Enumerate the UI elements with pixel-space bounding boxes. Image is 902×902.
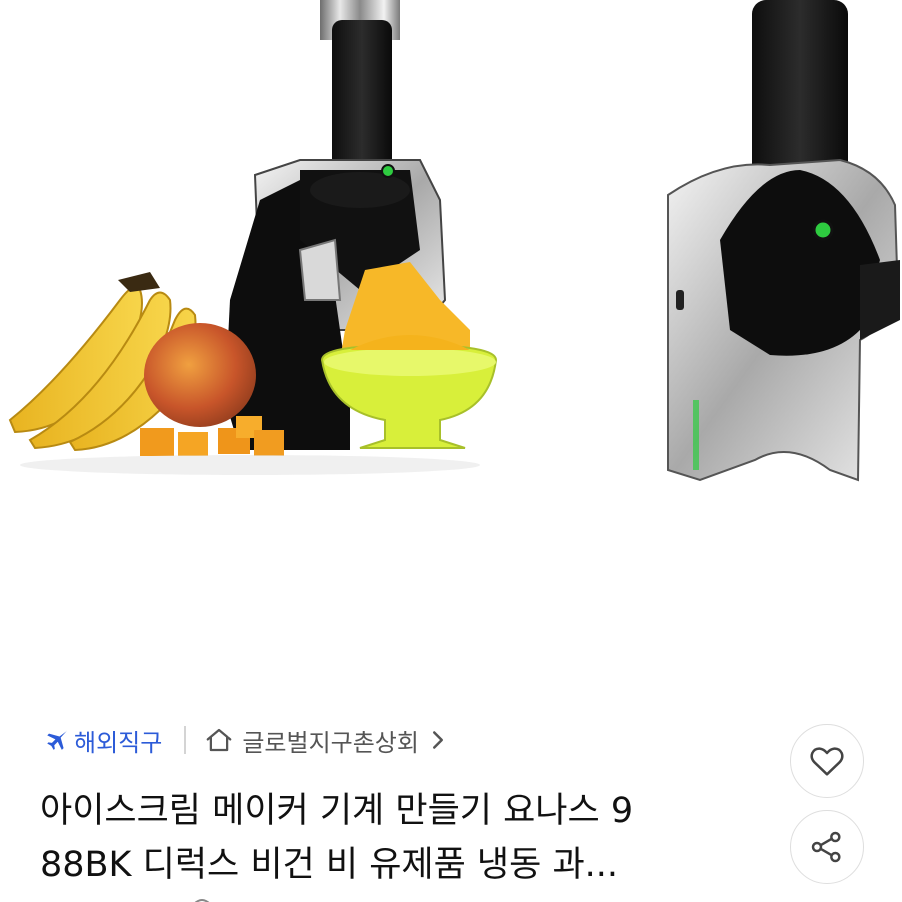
airplane-icon: [47, 730, 67, 750]
product-title-line-2: 88BK 디럭스 비건 비 유제품 냉동 과...: [40, 845, 619, 885]
like-button[interactable]: [790, 724, 864, 798]
overseas-badge[interactable]: 해외직구: [42, 723, 162, 758]
overseas-label: 해외직구: [74, 728, 163, 757]
share-button[interactable]: [790, 810, 864, 884]
product-title: 아이스크림 메이커 기계 만들기 요나스 9 88BK 디럭스 비건 비 유제품…: [40, 784, 780, 892]
heart-icon: [810, 747, 844, 776]
product-photo: [8, 0, 900, 482]
product-image[interactable]: [0, 0, 902, 700]
product-info: 해외직구 글로벌지구촌상회 아이스크림 메이커 기계 만들기 요나스 9 88B…: [0, 700, 902, 902]
product-title-line-1: 아이스크림 메이커 기계 만들기 요나스 9: [40, 791, 634, 831]
meta-row: 해외직구 글로벌지구촌상회: [42, 722, 445, 758]
share-icon: [811, 831, 841, 863]
ice-cream-maker-left: [225, 0, 498, 450]
store-link[interactable]: 글로벌지구촌상회: [204, 723, 445, 758]
ice-cream-maker-right: [667, 0, 900, 482]
meta-divider: [184, 726, 187, 754]
home-icon: [206, 728, 232, 752]
next-line-peek: [194, 899, 210, 902]
chevron-right-icon: [432, 731, 443, 749]
store-name: 글로벌지구촌상회: [242, 728, 419, 757]
